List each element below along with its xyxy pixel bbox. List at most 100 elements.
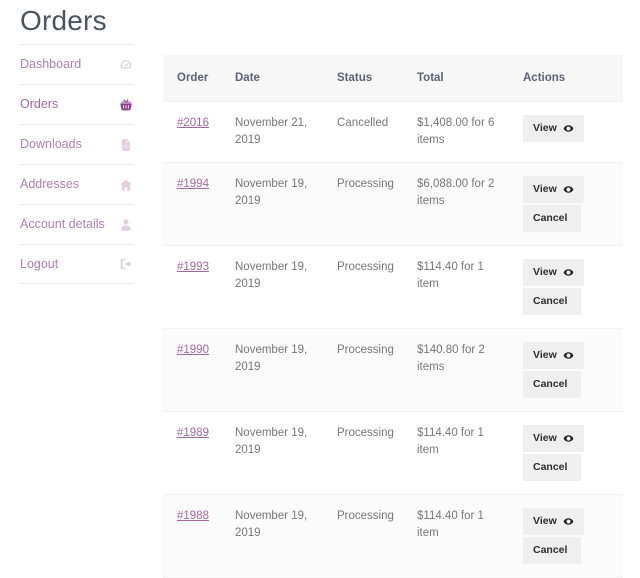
cancel-button-label: Cancel <box>533 212 568 224</box>
sidebar-item-label: Dashboard <box>20 57 82 72</box>
cancel-order-button[interactable]: Cancel <box>523 537 582 564</box>
order-number-link[interactable]: #1988 <box>177 510 209 522</box>
sidebar-item-label: Orders <box>20 97 59 112</box>
eye-icon <box>563 184 574 195</box>
cell-order: #1990 <box>163 329 221 412</box>
cell-date: November 19, 2019 <box>235 427 308 456</box>
orders-table-head: Order Date Status Total Actions <box>163 55 623 102</box>
sidebar-item-dashboard[interactable]: Dashboard <box>20 44 133 84</box>
sidebar-item-orders[interactable]: Orders <box>20 84 133 124</box>
cell-order: #1989 <box>163 412 221 495</box>
view-order-button[interactable]: View <box>523 508 584 535</box>
view-order-button[interactable]: View <box>523 176 584 203</box>
action-button-group: View Cancel <box>523 342 613 398</box>
eye-icon <box>563 267 574 278</box>
action-button-group: View Cancel <box>523 425 613 481</box>
cell-order: #1993 <box>163 246 221 329</box>
column-header-status: Status <box>323 55 403 102</box>
cell-date: November 19, 2019 <box>235 178 308 207</box>
cell-status: Cancelled <box>337 117 389 129</box>
cell-actions: View <box>509 102 623 163</box>
view-button-label: View <box>533 432 557 444</box>
cell-total: $140.80 for 2 items <box>417 344 485 373</box>
cancel-button-label: Cancel <box>533 461 568 473</box>
view-button-label: View <box>533 349 557 361</box>
home-icon <box>119 178 133 192</box>
order-number-link[interactable]: #1990 <box>177 344 209 356</box>
sidebar-item-label: Account details <box>20 217 105 232</box>
view-order-button[interactable]: View <box>523 425 584 452</box>
table-row: #1993 November 19, 2019 Processing $114.40 … <box>163 245 623 329</box>
sidebar-item-addresses[interactable]: Addresses <box>20 164 133 204</box>
cancel-order-button[interactable]: Cancel <box>523 454 582 481</box>
cancel-button-label: Cancel <box>533 544 568 556</box>
shopping-basket-icon <box>119 98 133 112</box>
table-row: #1994 November 19, 2019 Processing $6,088.0… <box>163 162 623 246</box>
cancel-order-button[interactable]: Cancel <box>523 371 582 398</box>
orders-table-body: #2016 November 21, 2019 Cancelled $1,408.00… <box>163 101 623 578</box>
action-button-group: View Cancel <box>523 508 613 564</box>
cell-actions: View Cancel <box>509 495 623 578</box>
sidebar-item-downloads[interactable]: Downloads <box>20 124 133 164</box>
eye-icon <box>563 350 574 361</box>
cell-status: Processing <box>337 510 394 522</box>
sidebar-item-label: Logout <box>20 256 59 271</box>
cell-total: $1,408.00 for 6 items <box>417 117 495 146</box>
cell-total: $114.40 for 1 item <box>417 261 484 290</box>
page-title: Orders <box>20 5 107 36</box>
cell-date: November 19, 2019 <box>235 261 308 290</box>
column-header-actions: Actions <box>509 55 623 102</box>
order-number-link[interactable]: #2016 <box>177 117 209 129</box>
order-number-link[interactable]: #1989 <box>177 427 209 439</box>
cell-status: Processing <box>337 261 394 273</box>
sidebar-item-account-details[interactable]: Account details <box>20 204 133 244</box>
table-header-row: Order Date Status Total Actions <box>163 55 623 102</box>
view-order-button[interactable]: View <box>523 115 584 142</box>
view-button-label: View <box>533 266 557 278</box>
column-header-date: Date <box>221 55 323 102</box>
cell-status: Processing <box>337 344 394 356</box>
order-number-link[interactable]: #1993 <box>177 261 209 273</box>
user-icon <box>119 218 133 232</box>
cell-total: $114.40 for 1 item <box>417 510 484 539</box>
sidebar-item-logout[interactable]: Logout <box>20 244 133 284</box>
cancel-button-label: Cancel <box>533 295 568 307</box>
cell-total: $6,088.00 for 2 items <box>417 178 495 207</box>
eye-icon <box>563 123 574 134</box>
cell-actions: View Cancel <box>509 412 623 495</box>
cancel-button-label: Cancel <box>533 378 568 390</box>
cell-date: November 19, 2019 <box>235 510 308 539</box>
column-header-total: Total <box>403 55 509 102</box>
cell-order: #2016 <box>163 102 221 163</box>
orders-table: Order Date Status Total Actions #2016 Nov… <box>163 55 623 578</box>
action-button-group: View Cancel <box>523 176 613 232</box>
cell-status: Processing <box>337 427 394 439</box>
cell-date: November 19, 2019 <box>235 344 308 373</box>
action-button-group: View <box>523 115 613 142</box>
logout-arrow-icon <box>119 257 133 271</box>
table-row: #1990 November 19, 2019 Processing $140.80 … <box>163 328 623 412</box>
view-button-label: View <box>533 515 557 527</box>
column-header-order: Order <box>163 55 221 102</box>
dashboard-gauge-icon <box>119 58 133 72</box>
table-row: #1988 November 19, 2019 Processing $114.40 … <box>163 494 623 578</box>
cell-total: $114.40 for 1 item <box>417 427 484 456</box>
cancel-order-button[interactable]: Cancel <box>523 288 582 315</box>
table-row: #1989 November 19, 2019 Processing $114.40 … <box>163 411 623 495</box>
sidebar-item-label: Addresses <box>20 177 80 192</box>
view-order-button[interactable]: View <box>523 342 584 369</box>
cell-actions: View Cancel <box>509 329 623 412</box>
account-sidebar: Dashboard Orders Downloads Addresses Account… <box>20 44 133 284</box>
view-order-button[interactable]: View <box>523 259 584 286</box>
eye-icon <box>563 433 574 444</box>
orders-page: Orders Dashboard Orders Downloads Addresses… <box>0 0 640 578</box>
cell-actions: View Cancel <box>509 163 623 246</box>
view-button-label: View <box>533 183 557 195</box>
table-row: #2016 November 21, 2019 Cancelled $1,408.00… <box>163 101 623 163</box>
sidebar-item-label: Downloads <box>20 137 82 152</box>
cell-status: Processing <box>337 178 394 190</box>
cancel-order-button[interactable]: Cancel <box>523 205 582 232</box>
view-button-label: View <box>533 122 557 134</box>
order-number-link[interactable]: #1994 <box>177 178 209 190</box>
action-button-group: View Cancel <box>523 259 613 315</box>
